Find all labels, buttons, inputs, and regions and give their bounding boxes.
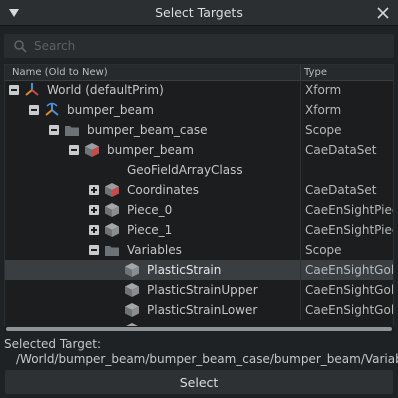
- horizontal-scrollbar[interactable]: [4, 326, 394, 332]
- tree-row-name: Piece_1: [127, 223, 173, 237]
- search-icon: [14, 40, 27, 53]
- cube-icon: [105, 203, 119, 217]
- target-tree: Name (Old to New) Type World (defaultPri…: [4, 64, 394, 330]
- tree-row-name: PlasticStrain: [147, 263, 222, 277]
- tree-row-type: CaeEnSightPiece: [300, 200, 393, 220]
- tree-row-type: CaeEnSightPiece: [300, 220, 393, 240]
- title-bar: Select Targets: [0, 0, 398, 26]
- tree-row-geofieldarrayclass[interactable]: GeoFieldArrayClass: [5, 160, 393, 180]
- expand-toggle-icon[interactable]: [89, 185, 99, 195]
- column-separator[interactable]: [300, 65, 301, 81]
- tree-row-bumper-beam-xform[interactable]: bumper_beam Xform: [5, 100, 393, 120]
- tree-row-bumper-beam-dataset[interactable]: bumper_beam CaeDataSet: [5, 140, 393, 160]
- dataset-cube-icon: [85, 143, 99, 157]
- selected-target-path: /World/bumper_beam/bumper_beam_case/bump…: [16, 352, 398, 366]
- column-header-type[interactable]: Type: [304, 67, 327, 78]
- tree-row-name: bumper_beam: [67, 103, 154, 117]
- xform-icon: [45, 102, 59, 116]
- tree-row-type: CaeDataSet: [300, 140, 393, 160]
- xform-world-icon: [25, 83, 39, 96]
- collapse-toggle-icon[interactable]: [49, 125, 59, 135]
- tree-row-plasticstrain[interactable]: PlasticStrain CaeEnSightGold: [5, 260, 393, 280]
- tree-row-name: PlasticStrainUpper: [147, 283, 258, 297]
- tree-row-name: World (defaultPrim): [47, 83, 164, 97]
- collapse-toggle-icon[interactable]: [29, 105, 39, 115]
- tree-row-name: Variables: [127, 243, 182, 257]
- scrollbar-thumb[interactable]: [6, 327, 392, 331]
- dataset-cube-icon: [105, 183, 119, 197]
- tree-row-piece-0[interactable]: Piece_0 CaeEnSightPiece: [5, 200, 393, 220]
- tree-row-bumper-beam-case[interactable]: bumper_beam_case Scope: [5, 120, 393, 140]
- collapse-toggle-icon[interactable]: [9, 85, 19, 95]
- collapse-toggle-icon[interactable]: [69, 145, 79, 155]
- search-box: [4, 34, 394, 58]
- tree-row-type: Scope: [300, 120, 393, 140]
- tree-row-type: Xform: [300, 80, 393, 100]
- column-header-name[interactable]: Name (Old to New): [12, 67, 108, 78]
- expand-toggle-icon[interactable]: [89, 225, 99, 235]
- tree-header: Name (Old to New) Type: [5, 65, 393, 81]
- tree-row-name: GeoFieldArrayClass: [127, 163, 243, 177]
- tree-row-type: [300, 160, 393, 180]
- tree-row-name: Coordinates: [127, 183, 200, 197]
- search-input[interactable]: [34, 36, 384, 56]
- expand-toggle-icon[interactable]: [89, 205, 99, 215]
- select-button[interactable]: Select: [5, 370, 393, 394]
- tree-row-name: PlasticStrainLower: [147, 303, 258, 317]
- folder-icon: [105, 246, 119, 256]
- tree-row-type: CaeEnSightGold: [300, 300, 393, 320]
- tree-row-type: CaeDataSet: [300, 180, 393, 200]
- cube-icon: [125, 303, 139, 317]
- tree-row-world[interactable]: World (defaultPrim) Xform: [5, 80, 393, 100]
- window-title: Select Targets: [155, 5, 243, 20]
- tree-row-type: Xform: [300, 100, 393, 120]
- tree-row-piece-1[interactable]: Piece_1 CaeEnSightPiece: [5, 220, 393, 240]
- tree-row-variables[interactable]: Variables Scope: [5, 240, 393, 260]
- tree-row-type: Scope: [300, 240, 393, 260]
- folder-icon: [65, 126, 79, 136]
- cube-icon: [125, 283, 139, 297]
- tree-row-name: bumper_beam_case: [87, 123, 208, 137]
- tree-row-type: CaeEnSightGold: [300, 260, 393, 280]
- tree-row-name: Piece_0: [127, 203, 173, 217]
- selected-target-label: Selected Target:: [4, 337, 102, 351]
- collapse-toggle-icon[interactable]: [89, 245, 99, 255]
- close-icon[interactable]: [376, 6, 390, 20]
- cube-icon: [125, 263, 139, 277]
- tree-row-name: bumper_beam: [107, 143, 194, 157]
- cube-icon: [105, 223, 119, 237]
- tree-row-coordinates[interactable]: Coordinates CaeDataSet: [5, 180, 393, 200]
- tree-row-plasticstrainupper[interactable]: PlasticStrainUpper CaeEnSightGold: [5, 280, 393, 300]
- tree-row-type: CaeEnSightGold: [300, 280, 393, 300]
- tree-row-plasticstrainlower[interactable]: PlasticStrainLower CaeEnSightGold: [5, 300, 393, 320]
